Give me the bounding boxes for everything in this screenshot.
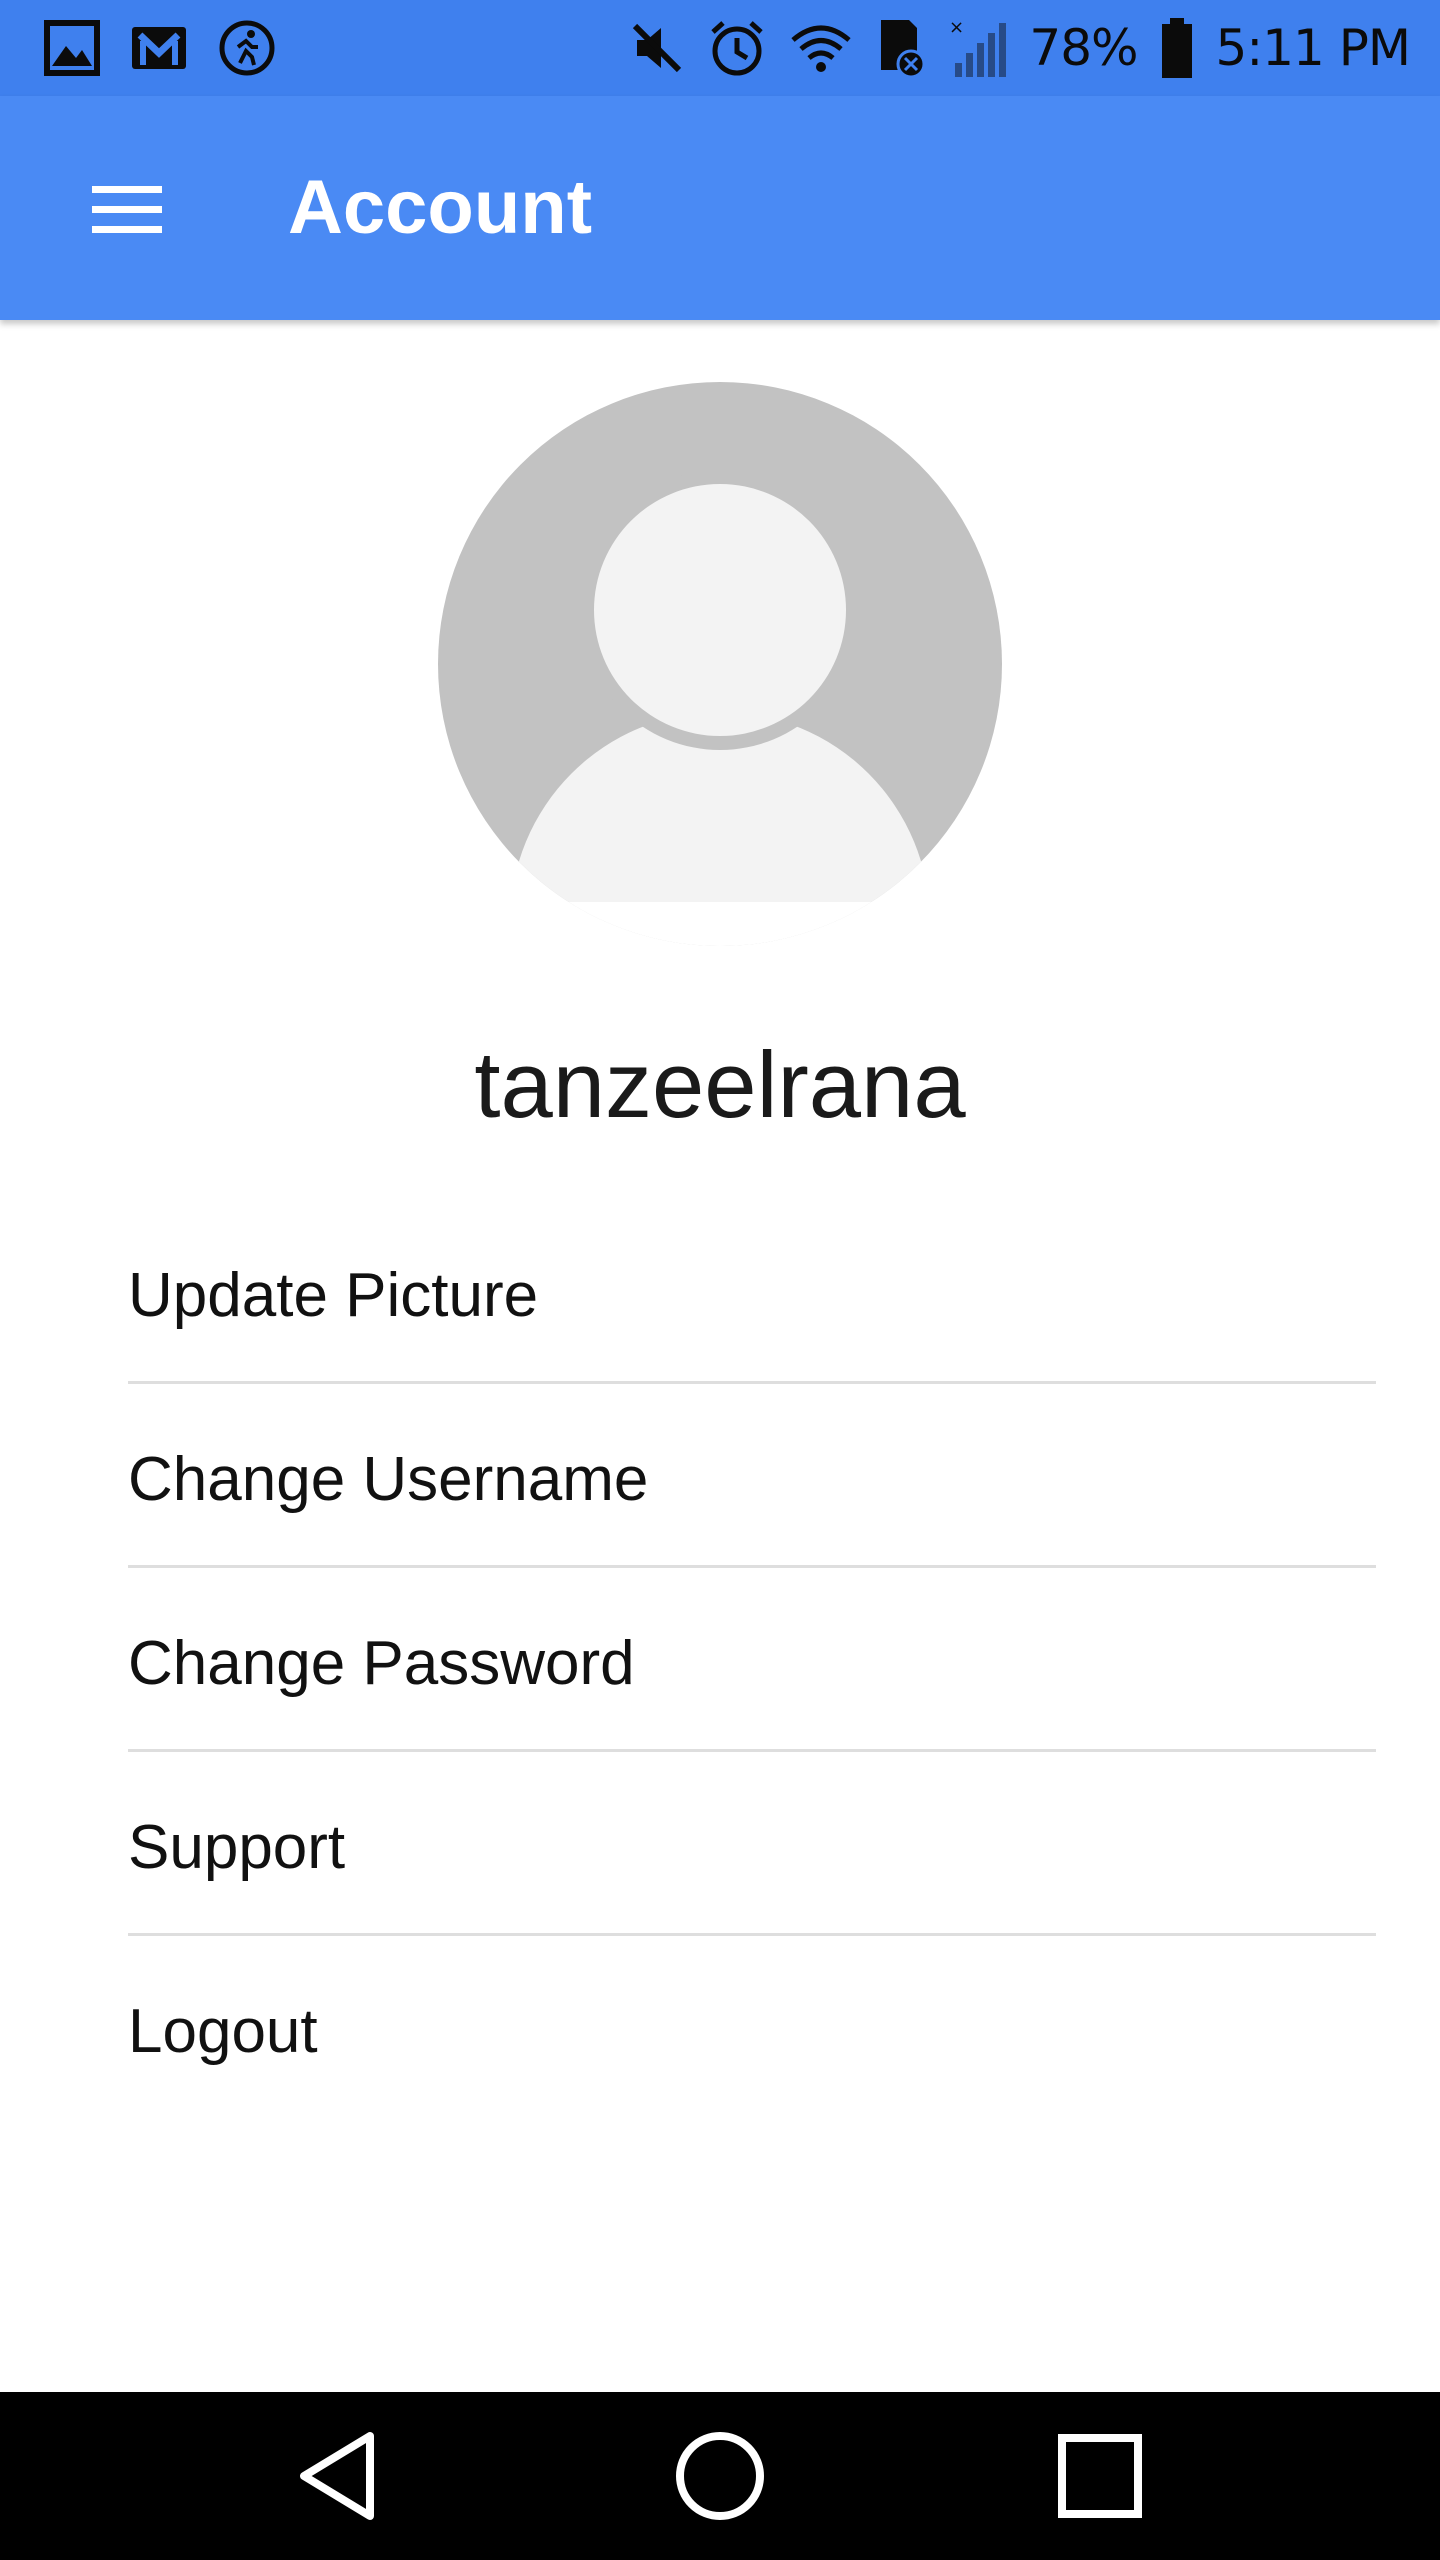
home-icon[interactable] [670,2426,770,2526]
cell-signal-icon: × [949,17,1007,77]
menu-item-label: Support [128,1813,346,1882]
menu-item-label: Update Picture [128,1261,539,1330]
support-item[interactable]: Support [128,1752,1376,1936]
mute-icon [633,23,682,73]
back-icon[interactable] [290,2426,390,2526]
update-picture-item[interactable]: Update Picture [128,1200,1376,1384]
battery-percent: 78% [1029,19,1138,77]
svg-text:×: × [949,17,964,38]
gmail-icon [132,27,186,69]
account-screen: × 78% 5:11 PM Account tanzeelrana Update… [0,0,1440,2560]
page-title: Account [288,165,592,250]
menu-item-label: Change Password [128,1629,635,1698]
fitness-activity-icon [219,20,275,76]
logout-item[interactable]: Logout [128,1936,1376,2120]
change-username-item[interactable]: Change Username [128,1384,1376,1568]
status-bar: × 78% 5:11 PM [0,0,1440,96]
avatar-bottom-cut [438,902,1002,946]
app-bar: Account [0,96,1440,320]
change-password-item[interactable]: Change Password [128,1568,1376,1752]
default-avatar-icon[interactable] [438,382,1002,946]
gallery-icon [44,20,100,76]
account-menu-list: Update Picture Change Username Change Pa… [128,1200,1376,2120]
sd-card-error-icon [881,20,926,78]
battery-icon [1161,18,1192,78]
username: tanzeelrana [474,1032,966,1137]
menu-item-label: Change Username [128,1445,649,1514]
status-right-icons: × 78% 5:11 PM [629,14,1411,82]
hamburger-menu-icon[interactable] [86,176,166,240]
menu-item-label: Logout [128,1997,318,2066]
avatar-head-shape [594,484,846,736]
clock: 5:11 PM [1215,19,1411,77]
status-left-icons [44,18,276,78]
wifi-icon [791,25,852,72]
navigation-bar [0,2392,1440,2560]
recents-icon[interactable] [1050,2426,1150,2526]
alarm-icon [711,21,764,76]
